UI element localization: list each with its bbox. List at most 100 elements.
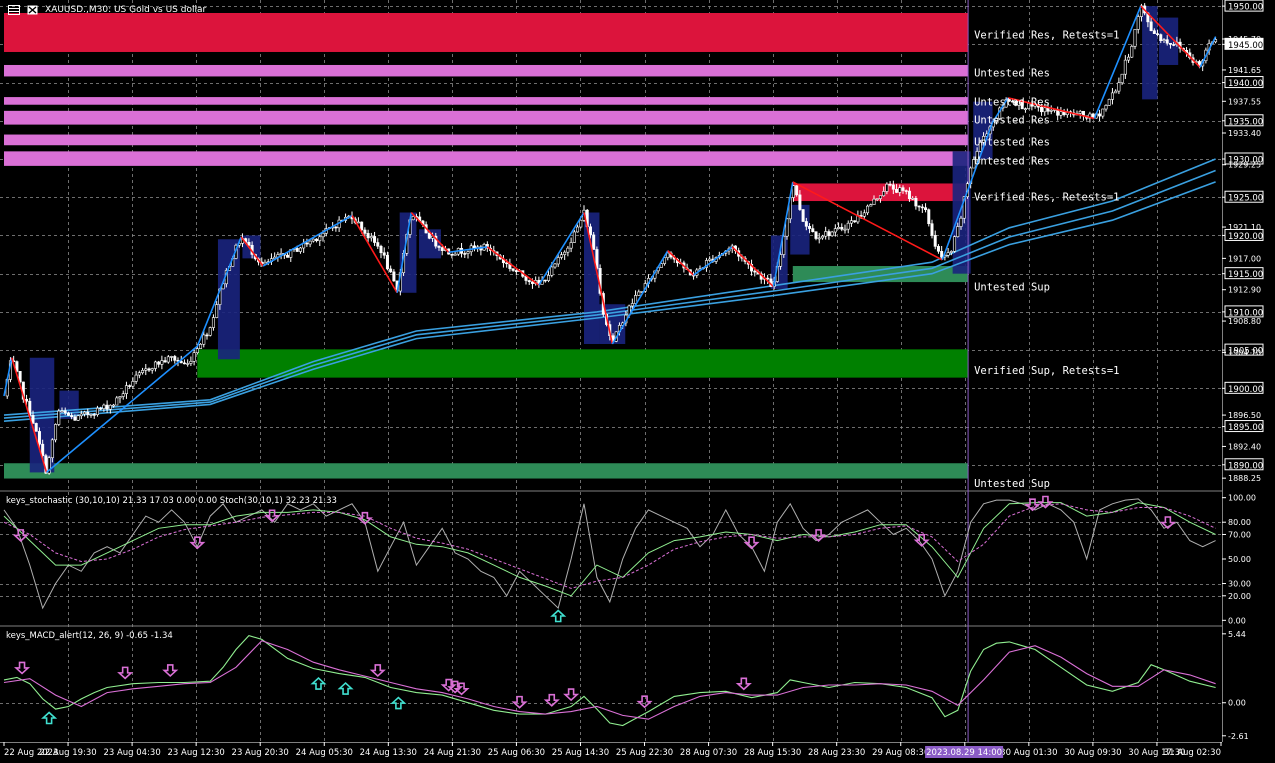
candle-body xyxy=(795,185,799,196)
candle-body xyxy=(376,242,380,247)
candle-body xyxy=(891,184,895,190)
close-chart-icon[interactable] xyxy=(27,5,41,16)
candle-body xyxy=(527,280,531,283)
candle-body xyxy=(946,252,950,256)
stoch-tick-label: 100.00 xyxy=(1228,494,1256,503)
price-tick-label: 1929.25 xyxy=(1228,161,1261,170)
candle-body xyxy=(453,253,457,256)
candle-body xyxy=(940,250,944,258)
stoch-tick-label: 30.00 xyxy=(1228,580,1251,589)
candle-body xyxy=(953,236,957,252)
candle-body xyxy=(853,220,857,223)
zone-label: Verified Res, Retests=1 xyxy=(974,191,1119,203)
candle-body xyxy=(808,226,812,229)
candle-body xyxy=(366,233,370,239)
candle-body xyxy=(511,268,515,271)
price-tick-label: 1941.65 xyxy=(1228,66,1261,75)
candle-body xyxy=(579,219,583,228)
candle-body xyxy=(128,385,132,387)
candle-body xyxy=(1136,16,1140,30)
candle-body xyxy=(437,245,441,248)
candle-body xyxy=(83,411,87,415)
candle-body xyxy=(153,361,157,369)
candle-body xyxy=(334,226,338,229)
stoch-tick-label: 0.00 xyxy=(1228,616,1246,625)
candle-body xyxy=(814,231,818,239)
chart-menu-icon[interactable] xyxy=(8,5,24,16)
candle-body xyxy=(630,303,634,307)
price-candle xyxy=(572,229,576,243)
candle-body xyxy=(901,187,905,191)
price-candle xyxy=(1133,29,1137,50)
candle-body xyxy=(89,414,93,416)
macd-indicator-title: keys_MACD_alert(12, 26, 9) -0.65 -1.34 xyxy=(6,631,173,641)
candle-body xyxy=(369,236,373,239)
candle-body xyxy=(379,245,383,254)
candle-body xyxy=(102,404,106,409)
candle-body xyxy=(166,356,170,363)
candle-body xyxy=(1168,42,1172,45)
candle-body xyxy=(869,204,873,207)
price-tick-label: 1900.00 xyxy=(1228,385,1263,395)
candle-body xyxy=(124,385,128,394)
candle-body xyxy=(112,404,116,407)
candle-body xyxy=(63,410,67,414)
candle-body xyxy=(195,348,199,354)
candle-body xyxy=(882,191,886,197)
candle-body xyxy=(360,221,364,231)
candle-body xyxy=(427,232,431,239)
price-candle xyxy=(208,326,212,337)
time-axis-label: 24 Aug 21:30 xyxy=(424,748,481,758)
candle-body xyxy=(50,439,54,459)
candle-body xyxy=(1165,39,1169,44)
price-candle xyxy=(1130,44,1134,58)
chart-menu-icon-glyph xyxy=(8,5,20,15)
candle-body xyxy=(830,231,834,237)
candle-body xyxy=(888,183,892,186)
candle-body xyxy=(1078,110,1082,114)
candle-body xyxy=(569,242,573,249)
candle-body xyxy=(1133,29,1137,47)
candle-body xyxy=(708,258,712,261)
candle-body xyxy=(588,226,592,236)
macd-tick-label: -2.61 xyxy=(1228,732,1249,741)
price-tick-label: 1935.00 xyxy=(1228,117,1263,127)
chart-canvas: Verified Res, Retests=1 Untested Res Untes… xyxy=(0,0,1275,763)
candle-body xyxy=(315,238,319,242)
candle-body xyxy=(115,397,119,406)
candle-body xyxy=(878,195,882,199)
candle-body xyxy=(817,237,821,240)
candle-body xyxy=(189,361,193,364)
candle-body xyxy=(1023,108,1027,110)
zone-untested-resistance xyxy=(4,134,969,146)
candle-body xyxy=(1130,46,1134,58)
candle-body xyxy=(1120,73,1124,84)
candle-body xyxy=(1152,30,1156,34)
candle-body xyxy=(566,247,570,253)
candle-body xyxy=(911,197,915,200)
candle-body xyxy=(798,194,802,210)
candle-body xyxy=(791,185,795,198)
candle-body xyxy=(186,363,190,365)
price-candle xyxy=(953,235,957,253)
price-tick-label: 1920.00 xyxy=(1228,232,1263,242)
candle-body xyxy=(295,248,299,252)
price-tick-label: 1904.70 xyxy=(1228,348,1261,357)
candle-body xyxy=(34,423,38,432)
candle-body xyxy=(137,372,141,376)
candle-body xyxy=(843,228,847,231)
candle-body xyxy=(547,275,551,281)
candle-body xyxy=(144,368,148,371)
candle-body xyxy=(576,226,580,233)
macd-tick-label: 5.44 xyxy=(1228,630,1246,639)
candle-body xyxy=(86,411,90,415)
chart-symbol-title: XAUUSD.,M30: US Gold vs US dollar xyxy=(45,5,207,15)
candle-body xyxy=(199,343,203,349)
candle-body xyxy=(134,374,138,382)
price-tick-label: 1940.00 xyxy=(1228,79,1263,89)
price-candle xyxy=(34,422,38,432)
candle-body xyxy=(141,370,145,374)
candle-body xyxy=(450,253,454,256)
candle-body xyxy=(592,234,596,250)
candle-body xyxy=(150,368,154,371)
